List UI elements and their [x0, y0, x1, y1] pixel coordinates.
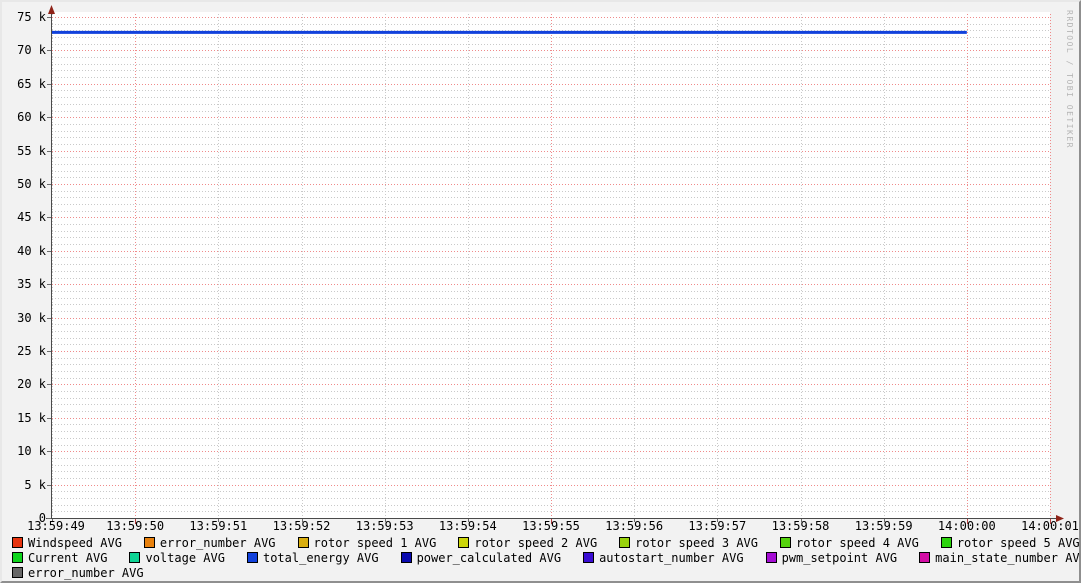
legend-swatch	[12, 552, 23, 563]
legend-label: rotor speed 1 AVG	[314, 536, 437, 550]
legend-swatch	[619, 537, 630, 548]
legend: Windspeed AVG error_number AVG rotor speed…	[12, 535, 1075, 580]
legend-swatch	[919, 552, 930, 563]
y-tick-label: 35 k	[4, 278, 46, 290]
legend-item: Current AVG	[12, 551, 107, 565]
legend-swatch	[298, 537, 309, 548]
legend-item: error_number AVG	[12, 566, 144, 580]
legend-swatch	[247, 552, 258, 563]
legend-swatch	[144, 537, 155, 548]
y-tick-label: 30 k	[4, 312, 46, 324]
y-tick-label: 70 k	[4, 44, 46, 56]
legend-item: rotor speed 2 AVG	[458, 536, 597, 550]
y-tick-label: 65 k	[4, 78, 46, 90]
y-tick-label: 10 k	[4, 445, 46, 457]
legend-item: power_calculated AVG	[401, 551, 562, 565]
legend-swatch	[12, 567, 23, 578]
legend-label: Current AVG	[28, 551, 107, 565]
legend-item: rotor speed 3 AVG	[619, 536, 758, 550]
y-tick-label: 40 k	[4, 245, 46, 257]
legend-swatch	[780, 537, 791, 548]
x-tick-label: 13:59:49	[27, 520, 85, 532]
x-tick-label: 13:59:52	[273, 520, 331, 532]
x-tick-label: 13:59:54	[439, 520, 497, 532]
legend-item: rotor speed 4 AVG	[780, 536, 919, 550]
y-tick-label: 5 k	[4, 479, 46, 491]
legend-item: rotor speed 5 AVG	[941, 536, 1080, 550]
legend-item: pwm_setpoint AVG	[766, 551, 898, 565]
x-tick-label: 13:59:56	[605, 520, 663, 532]
legend-row: error_number AVG	[12, 565, 1075, 580]
legend-item: error_number AVG	[144, 536, 276, 550]
legend-label: rotor speed 2 AVG	[474, 536, 597, 550]
legend-label: main_state_number AVG	[935, 551, 1081, 565]
y-tick-label: 20 k	[4, 378, 46, 390]
rrdtool-watermark: RRDTOOL / TOBI OETIKER	[1065, 10, 1074, 149]
legend-label: power_calculated AVG	[417, 551, 562, 565]
x-tick-label: 13:59:53	[356, 520, 414, 532]
legend-label: error_number AVG	[28, 566, 144, 580]
legend-item: Windspeed AVG	[12, 536, 122, 550]
x-tick-label: 14:00:01	[1021, 520, 1079, 532]
y-tick-label: 15 k	[4, 412, 46, 424]
legend-label: pwm_setpoint AVG	[782, 551, 898, 565]
chart-canvas	[2, 2, 1081, 583]
legend-swatch	[12, 537, 23, 548]
x-tick-label: 13:59:50	[106, 520, 164, 532]
legend-swatch	[941, 537, 952, 548]
legend-item: autostart_number AVG	[583, 551, 744, 565]
x-tick-label: 13:59:58	[772, 520, 830, 532]
legend-swatch	[766, 552, 777, 563]
y-tick-label: 75 k	[4, 11, 46, 23]
legend-label: rotor speed 3 AVG	[635, 536, 758, 550]
legend-label: Windspeed AVG	[28, 536, 122, 550]
x-tick-label: 13:59:59	[855, 520, 913, 532]
y-tick-label: 60 k	[4, 111, 46, 123]
x-tick-label: 13:59:57	[688, 520, 746, 532]
legend-item: total_energy AVG	[247, 551, 379, 565]
legend-label: autostart_number AVG	[599, 551, 744, 565]
x-tick-label: 14:00:00	[938, 520, 996, 532]
x-tick-label: 13:59:55	[522, 520, 580, 532]
legend-label: voltage AVG	[145, 551, 224, 565]
legend-label: error_number AVG	[160, 536, 276, 550]
legend-swatch	[129, 552, 140, 563]
y-tick-label: 50 k	[4, 178, 46, 190]
legend-item: voltage AVG	[129, 551, 224, 565]
legend-item: main_state_number AVG	[919, 551, 1081, 565]
legend-swatch	[458, 537, 469, 548]
legend-row: Windspeed AVG error_number AVG rotor speed…	[12, 535, 1075, 550]
rrdtool-graph: 75 k 70 k 65 k 60 k 55 k 50 k 45 k 40 k 35 k 30 k…	[0, 0, 1081, 583]
y-tick-label: 55 k	[4, 145, 46, 157]
legend-label: rotor speed 4 AVG	[796, 536, 919, 550]
x-tick-label: 13:59:51	[189, 520, 247, 532]
legend-swatch	[583, 552, 594, 563]
legend-label: rotor speed 5 AVG	[957, 536, 1080, 550]
y-tick-label: 45 k	[4, 211, 46, 223]
legend-item: rotor speed 1 AVG	[298, 536, 437, 550]
legend-swatch	[401, 552, 412, 563]
y-tick-label: 25 k	[4, 345, 46, 357]
legend-label: total_energy AVG	[263, 551, 379, 565]
legend-row: Current AVG voltage AVG total_energy AVG po…	[12, 550, 1075, 565]
